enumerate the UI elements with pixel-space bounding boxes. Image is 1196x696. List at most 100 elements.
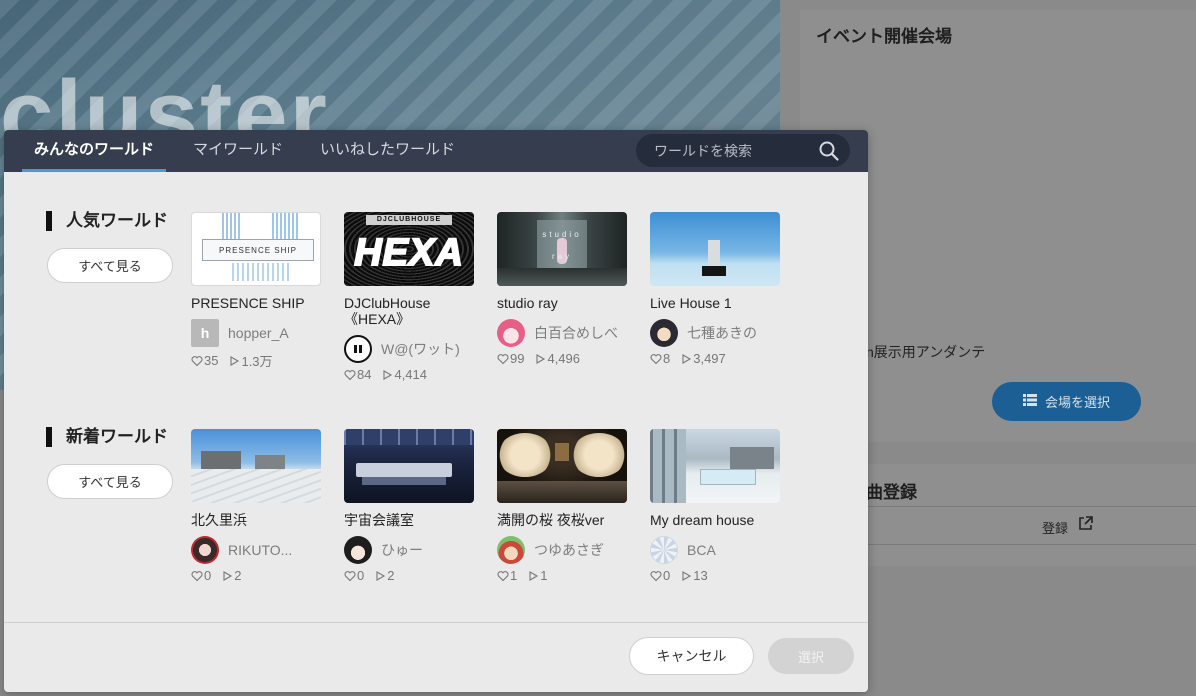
world-author[interactable]: 七種あきの [650, 319, 782, 347]
world-card[interactable]: 満開の桜 夜桜ver つゆあさぎ 1 1 [497, 429, 629, 583]
world-author[interactable]: 白百合めしべ [497, 319, 629, 347]
heart-icon [650, 353, 662, 364]
heart-icon [650, 570, 662, 581]
world-stats: 35 1.3万 [191, 351, 323, 370]
avatar [497, 319, 525, 347]
view-count: 4,414 [381, 367, 427, 382]
world-thumbnail: PRESENCE SHIP [191, 212, 321, 286]
like-count: 0 [344, 568, 364, 583]
avatar [650, 536, 678, 564]
view-count: 2 [221, 568, 241, 583]
event-venue-title: イベント開催会場 [816, 27, 952, 46]
popular-see-all-button[interactable]: すべて見る [47, 248, 173, 283]
tab-liked-worlds[interactable]: いいねしたワールド [320, 130, 455, 172]
thumb-logo-text: HEXA [353, 231, 464, 275]
register-link[interactable]: 登録 [1042, 518, 1068, 537]
thumb-banner-text: DJCLUBHOUSE [366, 215, 452, 225]
view-count: 4,496 [534, 351, 580, 366]
play-icon [376, 570, 386, 581]
view-count: 2 [374, 568, 394, 583]
search-input[interactable] [654, 140, 814, 161]
footer-divider [4, 622, 868, 623]
world-card[interactable]: PRESENCE SHIP PRESENCE SHIP h hopper_A 3… [191, 212, 323, 370]
modal-header: みんなのワールド マイワールド いいねしたワールド [4, 130, 868, 172]
new-worlds-title: 新着ワールド [46, 427, 168, 447]
world-card[interactable]: My dream house BCA 0 13 [650, 429, 782, 583]
world-name: Live House 1 [650, 295, 732, 311]
search-icon[interactable] [818, 140, 840, 162]
author-name: つゆあさぎ [534, 542, 604, 558]
new-see-all-button[interactable]: すべて見る [47, 464, 173, 499]
heart-icon [344, 570, 356, 581]
world-stats: 0 13 [650, 568, 782, 583]
list-icon [1022, 394, 1037, 409]
select-venue-label: 会場を選択 [1044, 395, 1110, 410]
world-stats: 84 4,414 [344, 367, 476, 382]
world-author[interactable]: h hopper_A [191, 319, 323, 347]
like-count: 35 [191, 353, 218, 368]
tab-everyone-worlds[interactable]: みんなのワールド [22, 130, 167, 172]
world-thumbnail [650, 212, 780, 286]
world-name: 満開の桜 夜桜ver [497, 512, 605, 528]
tab-my-worlds[interactable]: マイワールド [193, 130, 283, 172]
view-count: 1 [527, 568, 547, 583]
heart-icon [497, 570, 509, 581]
avatar [344, 335, 372, 363]
world-stats: 0 2 [344, 568, 476, 583]
play-icon [529, 570, 539, 581]
world-thumbnail: DJCLUBHOUSE HEXA [344, 212, 474, 286]
thumb-logo-text: PRESENCE SHIP [202, 239, 314, 261]
play-icon [223, 570, 233, 581]
world-thumbnail [497, 429, 627, 503]
world-name: My dream house [650, 512, 755, 528]
thumb-logo-text: ray [551, 252, 573, 261]
world-card[interactable]: Live House 1 七種あきの 8 3,497 [650, 212, 782, 366]
heart-icon [191, 355, 203, 366]
world-name: PRESENCE SHIP [191, 295, 305, 311]
world-author[interactable]: ひゅー [344, 536, 476, 564]
world-card[interactable]: 北久里浜 RIKUTO... 0 2 [191, 429, 323, 583]
like-count: 1 [497, 568, 517, 583]
world-name: DJClubHouse 《HEXA》 [344, 295, 431, 327]
avatar: h [191, 319, 219, 347]
avatar [650, 319, 678, 347]
play-icon [383, 369, 393, 380]
world-name: 宇宙会議室 [344, 512, 414, 528]
world-card[interactable]: 宇宙会議室 ひゅー 0 2 [344, 429, 476, 583]
author-name: 白百合めしべ [534, 325, 618, 341]
view-count: 1.3万 [228, 351, 273, 370]
play-icon [536, 353, 546, 364]
world-thumbnail [650, 429, 780, 503]
world-stats: 8 3,497 [650, 351, 782, 366]
heart-icon [344, 369, 356, 380]
author-name: BCA [687, 542, 716, 558]
external-link-icon[interactable] [1078, 516, 1093, 534]
world-author[interactable]: W@(ワット) [344, 335, 476, 363]
venue-name-text: n展示用アンダンテ [866, 344, 986, 360]
cancel-button[interactable]: キャンセル [629, 637, 754, 675]
world-author[interactable]: つゆあさぎ [497, 536, 629, 564]
world-stats: 0 2 [191, 568, 323, 583]
world-author[interactable]: BCA [650, 536, 782, 564]
world-thumbnail: studio ray [497, 212, 627, 286]
song-registration-title: 曲登録 [866, 483, 917, 502]
world-thumbnail [344, 429, 474, 503]
select-button[interactable]: 選択 [768, 638, 854, 674]
author-name: 七種あきの [687, 325, 757, 341]
select-venue-button[interactable]: 会場を選択 [992, 382, 1141, 421]
world-card[interactable]: DJCLUBHOUSE HEXA DJClubHouse 《HEXA》 W@(ワ… [344, 212, 476, 382]
search-box [636, 134, 850, 167]
world-author[interactable]: RIKUTO... [191, 536, 323, 564]
world-name: 北久里浜 [191, 512, 247, 528]
popular-worlds-title: 人気ワールド [46, 211, 168, 231]
author-name: ひゅー [381, 542, 423, 558]
author-name: RIKUTO... [228, 542, 293, 558]
view-count: 13 [680, 568, 708, 583]
world-stats: 1 1 [497, 568, 629, 583]
world-thumbnail [191, 429, 321, 503]
world-card[interactable]: studio ray studio ray 白百合めしべ 99 4,496 [497, 212, 629, 366]
author-name: W@(ワット) [381, 341, 460, 357]
play-icon [230, 355, 240, 366]
like-count: 84 [344, 367, 371, 382]
avatar [497, 536, 525, 564]
